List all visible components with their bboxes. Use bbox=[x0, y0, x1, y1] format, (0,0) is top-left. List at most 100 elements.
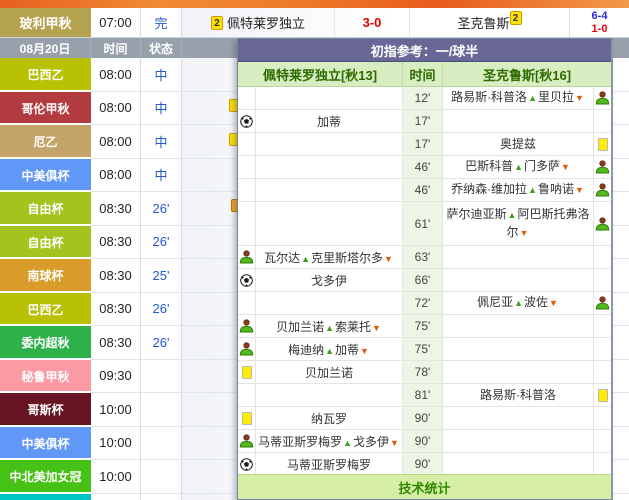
away-event: 萨尔迪亚斯▲阿巴斯托弗洛尔▼ bbox=[443, 202, 594, 245]
away-event bbox=[443, 430, 594, 452]
halftime-score: 1-0 bbox=[592, 23, 608, 36]
substitution-icon bbox=[239, 250, 254, 264]
goal-icon bbox=[240, 115, 253, 128]
home-event bbox=[256, 179, 403, 201]
odds-reference-title: 初指参考：一/球半 bbox=[238, 39, 611, 62]
player-name: 贝加兰诺 bbox=[305, 364, 353, 381]
match-status: 26' bbox=[141, 226, 182, 260]
match-status: 中 bbox=[141, 92, 182, 126]
away-event bbox=[443, 361, 594, 383]
popup-time-header: 时间 bbox=[403, 62, 443, 86]
date-label: 08月20日 bbox=[0, 38, 91, 58]
home-event bbox=[256, 384, 403, 406]
event-row: 17'奥提兹 bbox=[238, 133, 611, 156]
home-event: 梅迪纳▲加蒂▼ bbox=[256, 338, 403, 360]
event-row: 81'路易斯·科普洛 bbox=[238, 384, 611, 407]
home-event: 贝加兰诺▲索莱托▼ bbox=[256, 315, 403, 337]
match-time: 08:30 bbox=[91, 326, 141, 360]
substitution-text: 佩尼亚▲波佐▼ bbox=[477, 294, 559, 312]
popup-away-header: 圣克鲁斯[秋16] bbox=[443, 62, 611, 86]
home-team-name[interactable]: 佩特莱罗独立 bbox=[227, 13, 305, 32]
league-badge: 哥斯杯 bbox=[0, 393, 91, 427]
event-minute: 46' bbox=[403, 179, 443, 201]
status-column-header: 状态 bbox=[141, 38, 182, 58]
home-cards-badge: 2 bbox=[211, 16, 223, 30]
event-row: 72'佩尼亚▲波佐▼ bbox=[238, 292, 611, 315]
league-badge: 阿甲 bbox=[0, 494, 91, 500]
substitution-icon bbox=[595, 296, 610, 310]
home-event bbox=[256, 202, 403, 245]
event-row: 12' 路易斯·科普洛▲里贝拉▼ bbox=[238, 87, 611, 110]
match-status: 26' bbox=[141, 293, 182, 327]
away-cards-badge: 2 bbox=[510, 11, 522, 25]
league-badge: 中美俱杯 bbox=[0, 427, 91, 461]
goal-icon bbox=[240, 458, 253, 471]
match-status: 25' bbox=[141, 259, 182, 293]
home-event bbox=[256, 156, 403, 178]
home-event bbox=[256, 133, 403, 155]
match-status: 完 bbox=[141, 8, 182, 37]
match-status: 中 bbox=[141, 125, 182, 159]
event-row: 马蒂亚斯罗梅罗▲戈多伊▼90' bbox=[238, 430, 611, 453]
match-time: 08:30 bbox=[91, 192, 141, 226]
away-event bbox=[443, 338, 594, 360]
away-team-name[interactable]: 圣克鲁斯 bbox=[457, 13, 509, 32]
substitution-text: 贝加兰诺▲索莱托▼ bbox=[276, 318, 382, 335]
away-event bbox=[443, 246, 594, 268]
match-events-popup: 初指参考：一/球半 佩特莱罗独立[秋13] 时间 圣克鲁斯[秋16] 12' 路易… bbox=[237, 38, 613, 500]
event-row: 贝加兰诺▲索莱托▼75' bbox=[238, 315, 611, 338]
match-status bbox=[141, 393, 182, 427]
match-time: 08:00 bbox=[91, 159, 141, 193]
event-row: 贝加兰诺 78' bbox=[238, 361, 611, 384]
substitution-icon bbox=[595, 217, 610, 231]
league-badge: 中美俱杯 bbox=[0, 159, 91, 193]
match-status: 26' bbox=[141, 326, 182, 360]
league-badge: 中北美加女冠 bbox=[0, 460, 91, 494]
match-time: 10:00 bbox=[91, 427, 141, 461]
match-status: 中 bbox=[141, 58, 182, 92]
league-badge: 玻利甲秋 bbox=[0, 8, 91, 37]
league-badge: 厄乙 bbox=[0, 125, 91, 159]
event-minute: 75' bbox=[403, 338, 443, 360]
away-event bbox=[443, 453, 594, 474]
event-row: 46'巴斯科普▲门多萨▼ bbox=[238, 156, 611, 179]
away-event: 路易斯·科普洛▲里贝拉▼ bbox=[443, 87, 594, 109]
event-minute: 78' bbox=[403, 361, 443, 383]
event-minute: 12' bbox=[403, 87, 443, 109]
home-event: 加蒂 bbox=[256, 110, 403, 132]
substitution-icon bbox=[239, 434, 254, 448]
match-time: 08:30 bbox=[91, 226, 141, 260]
match-status bbox=[141, 427, 182, 461]
event-minute: 63' bbox=[403, 246, 443, 268]
away-event bbox=[443, 407, 594, 429]
match-time: 10:00 bbox=[91, 460, 141, 494]
substitution-icon bbox=[595, 183, 610, 197]
substitution-icon bbox=[239, 319, 254, 333]
match-time: 08:00 bbox=[91, 58, 141, 92]
event-row: 61'萨尔迪亚斯▲阿巴斯托弗洛尔▼ bbox=[238, 202, 611, 246]
home-event: 马蒂亚斯罗梅罗▲戈多伊▼ bbox=[256, 430, 403, 452]
player-name: 马蒂亚斯罗梅罗 bbox=[287, 456, 371, 473]
yellow-card-icon bbox=[598, 389, 608, 402]
event-list: 12' 路易斯·科普洛▲里贝拉▼ 加蒂17'17'奥提兹46'巴斯科普▲门多萨▼46… bbox=[238, 87, 611, 474]
player-name: 纳瓦罗 bbox=[311, 410, 347, 427]
event-row: 瓦尔达▲克里斯塔尔多▼63' bbox=[238, 246, 611, 269]
away-event bbox=[443, 315, 594, 337]
substitution-icon bbox=[595, 91, 610, 105]
away-event bbox=[443, 110, 594, 132]
match-score[interactable]: 3-0 bbox=[335, 8, 410, 37]
popup-home-header: 佩特莱罗独立[秋13] bbox=[238, 62, 403, 86]
match-time: 09:30 bbox=[91, 360, 141, 394]
match-time: 10:30 bbox=[91, 494, 141, 500]
away-event: 佩尼亚▲波佐▼ bbox=[443, 292, 594, 314]
goal-icon bbox=[240, 274, 253, 287]
substitution-text: 路易斯·科普洛▲里贝拉▼ bbox=[451, 89, 585, 107]
live-scores-screen: 玻利甲秋 07:00 完 2 佩特莱罗独立 3-0 圣克鲁斯 2 6-4 1-0 bbox=[0, 0, 629, 500]
event-minute: 17' bbox=[403, 110, 443, 132]
substitution-text: 梅迪纳▲加蒂▼ bbox=[288, 341, 370, 358]
event-row: 梅迪纳▲加蒂▼ 75' bbox=[238, 338, 611, 361]
home-event: 贝加兰诺 bbox=[256, 361, 403, 383]
selected-match-row[interactable]: 玻利甲秋 07:00 完 2 佩特莱罗独立 3-0 圣克鲁斯 2 6-4 1-0 bbox=[0, 8, 629, 38]
league-badge: 秘鲁甲秋 bbox=[0, 360, 91, 394]
player-name: 戈多伊 bbox=[311, 272, 347, 289]
